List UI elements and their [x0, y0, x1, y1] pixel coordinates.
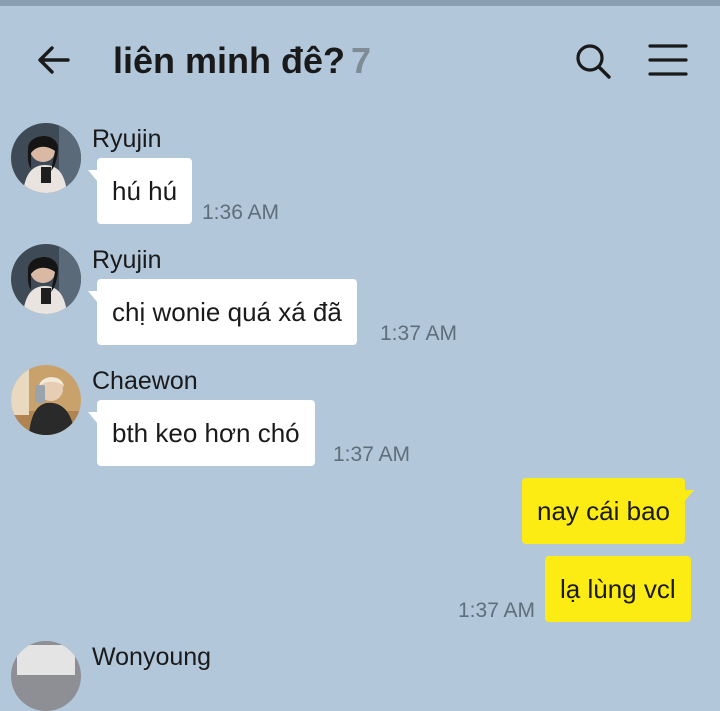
sender-name: Ryujin: [92, 125, 162, 153]
avatar[interactable]: [11, 365, 81, 435]
avatar[interactable]: [11, 244, 81, 314]
search-button[interactable]: [574, 42, 614, 82]
back-arrow-icon: [38, 46, 70, 74]
outgoing-message-bubble[interactable]: lạ lùng vcl: [545, 556, 691, 622]
sender-name: Chaewon: [92, 367, 198, 395]
message-time: 1:37 AM: [458, 599, 536, 622]
message-bubble[interactable]: chị wonie quá xá đã: [88, 279, 357, 345]
message-time: 1:37 AM: [380, 322, 458, 345]
menu-icon: [648, 44, 688, 76]
member-count: 7: [351, 40, 372, 81]
profile-photo-icon: [11, 641, 81, 711]
chat-title: liên minh đê? 7: [113, 40, 371, 82]
sender-name: Ryujin: [92, 246, 162, 274]
profile-photo-icon: [11, 123, 81, 193]
message-time: 1:37 AM: [333, 443, 411, 466]
back-button[interactable]: [34, 40, 74, 80]
message-bubble[interactable]: hú hú: [87, 158, 193, 224]
chat-header: liên minh đê? 7: [0, 6, 720, 106]
message-bubble[interactable]: bth keo hơn chó: [88, 400, 315, 466]
outgoing-message-bubble[interactable]: nay cái bao: [522, 478, 694, 544]
search-icon: [576, 44, 611, 79]
avatar[interactable]: [11, 641, 81, 711]
avatar[interactable]: [11, 123, 81, 193]
profile-photo-icon: [11, 244, 81, 314]
chat-name: liên minh đê?: [113, 40, 346, 81]
menu-button[interactable]: [646, 42, 690, 82]
message-time: 1:36 AM: [202, 201, 280, 224]
sender-name: Wonyoung: [92, 643, 212, 671]
profile-photo-icon: [11, 365, 81, 435]
